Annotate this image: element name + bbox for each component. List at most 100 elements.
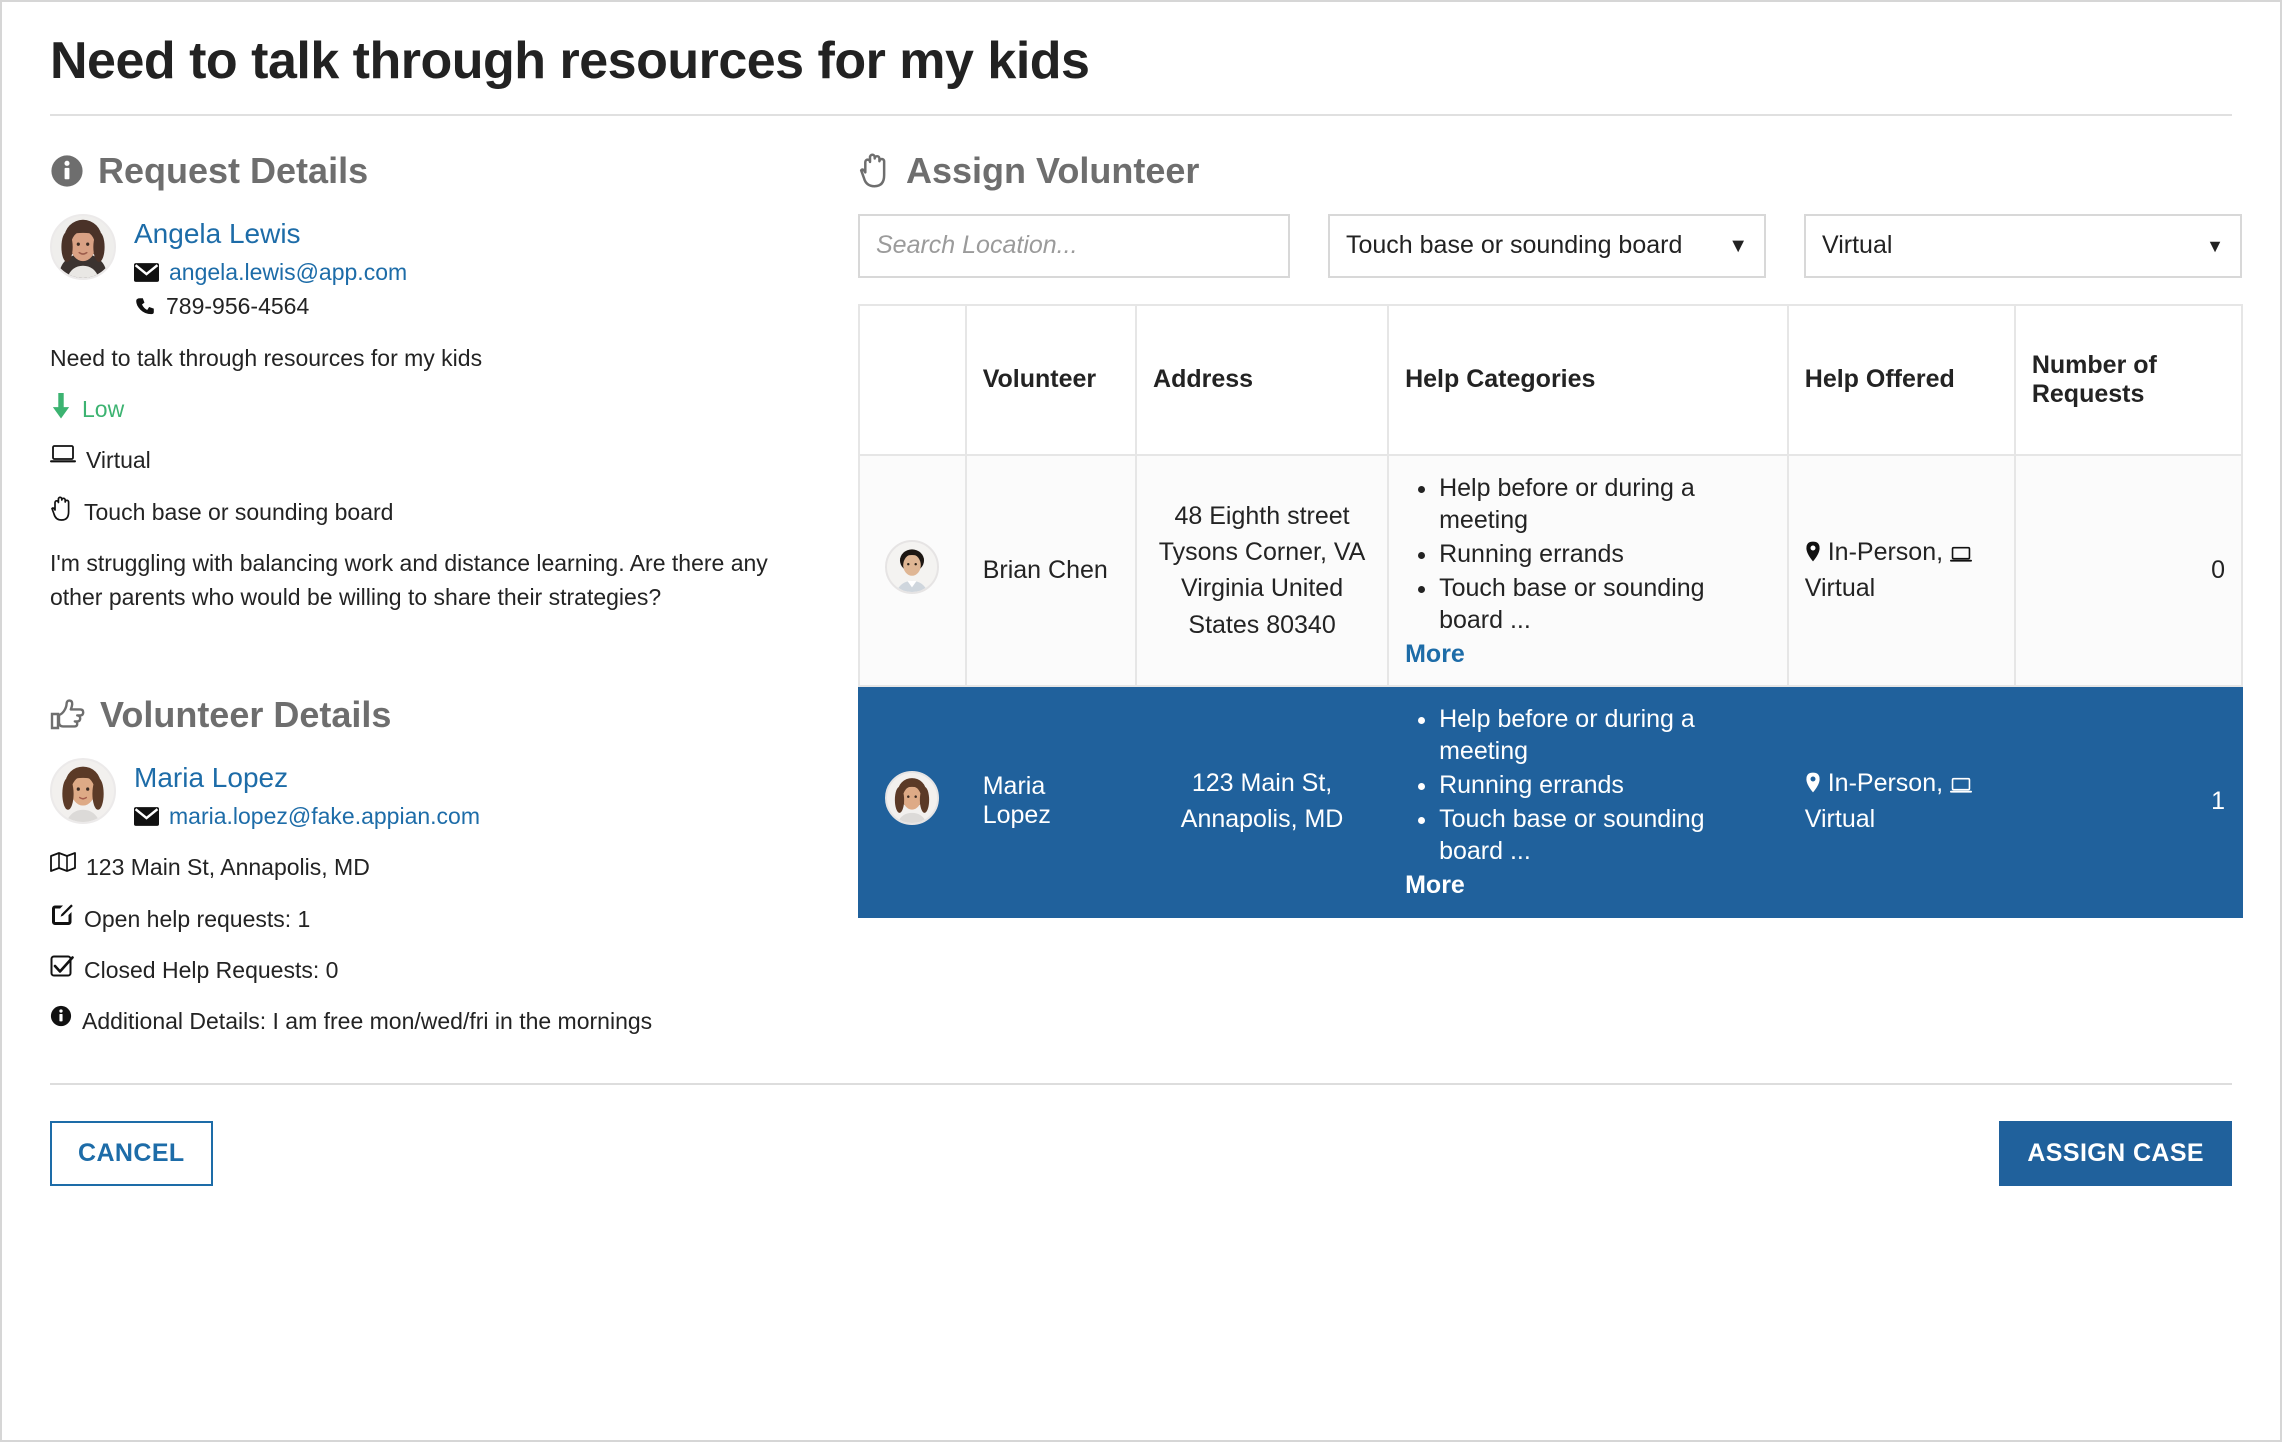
assign-volunteer-heading-label: Assign Volunteer bbox=[906, 149, 1200, 191]
help-mode-select-value: Virtual bbox=[1822, 231, 1893, 260]
row-number-of-requests: 0 bbox=[2013, 453, 2244, 687]
row-avatar-cell bbox=[858, 684, 967, 918]
help-categories-list: Help before or during a meeting Running … bbox=[1405, 472, 1771, 636]
help-categories-list: Help before or during a meeting Running … bbox=[1405, 703, 1771, 867]
row-number-of-requests: 1 bbox=[2013, 684, 2244, 918]
additional-details-label: Additional Details: I am free mon/wed/fr… bbox=[82, 1008, 653, 1035]
assign-case-dialog: Need to talk through resources for my ki… bbox=[0, 0, 2282, 1442]
check-square-icon bbox=[50, 954, 74, 978]
row-volunteer-name: Brian Chen bbox=[964, 453, 1138, 687]
left-column: Request Details Angela Lewis angela.lewi… bbox=[50, 116, 850, 1057]
chevron-down-icon: ▼ bbox=[1728, 234, 1748, 257]
table-row[interactable]: Maria Lopez 123 Main St, Annapolis, MD H… bbox=[858, 684, 2244, 918]
volunteer-email-row[interactable]: maria.lopez@fake.appian.com bbox=[134, 799, 480, 834]
category-label: Touch base or sounding board bbox=[84, 498, 394, 525]
edit-icon bbox=[50, 903, 74, 927]
chevron-down-icon: ▼ bbox=[2206, 235, 2224, 256]
row-avatar-cell bbox=[858, 453, 967, 687]
row-help-offered: In-Person, Virtual bbox=[1786, 453, 2016, 687]
map-pin-icon bbox=[1805, 772, 1821, 793]
avatar-brian-chen bbox=[887, 541, 938, 592]
mode-row: Virtual bbox=[50, 444, 810, 477]
avatar-maria-lopez bbox=[52, 759, 114, 822]
requester-phone-row: 789-956-4564 bbox=[134, 289, 407, 324]
volunteer-lines: Maria Lopez maria.lopez@fake.appian.com bbox=[134, 758, 480, 834]
closed-requests-label: Closed Help Requests: 0 bbox=[84, 957, 339, 984]
volunteer-address-row: 123 Main St, Annapolis, MD bbox=[50, 851, 810, 884]
avatar bbox=[885, 770, 940, 825]
volunteer-details-heading: Volunteer Details bbox=[50, 694, 810, 736]
row-volunteer-name: Maria Lopez bbox=[964, 684, 1138, 918]
row-help-offered-virtual: Virtual bbox=[1804, 574, 1876, 603]
footer-actions: CANCEL ASSIGN CASE bbox=[50, 1085, 2232, 1186]
table-row[interactable]: Brian Chen 48 Eighth street Tysons Corne… bbox=[858, 453, 2244, 687]
more-link[interactable]: More bbox=[1405, 640, 1771, 669]
row-address: 48 Eighth street Tysons Corner, VA Virgi… bbox=[1135, 453, 1390, 687]
info-circle-icon bbox=[50, 154, 84, 188]
page-title: Need to talk through resources for my ki… bbox=[50, 32, 1090, 90]
volunteer-table-head: Volunteer Address Help Categories Help O… bbox=[858, 303, 2244, 456]
volunteer-email[interactable]: maria.lopez@fake.appian.com bbox=[169, 799, 480, 834]
additional-details-row: Additional Details: I am free mon/wed/fr… bbox=[50, 1005, 810, 1038]
column-header-number-of-requests: Number of Requests bbox=[2013, 303, 2244, 456]
requester-phone: 789-956-4564 bbox=[166, 293, 310, 320]
requester-email[interactable]: angela.lewis@app.com bbox=[169, 255, 407, 290]
table-header-row: Volunteer Address Help Categories Help O… bbox=[858, 303, 2244, 456]
priority-row: Low bbox=[50, 393, 810, 426]
arrow-down-icon bbox=[50, 393, 72, 419]
right-column: Assign Volunteer Search Location... Touc… bbox=[850, 116, 2244, 918]
filter-bar: Search Location... Touch base or soundin… bbox=[858, 213, 2243, 278]
search-location-input[interactable]: Search Location... bbox=[858, 213, 1290, 278]
request-details-heading-label: Request Details bbox=[98, 149, 369, 191]
assign-volunteer-heading: Assign Volunteer bbox=[858, 150, 2243, 192]
map-icon bbox=[50, 851, 76, 873]
thumbs-up-icon bbox=[50, 699, 86, 731]
help-mode-select[interactable]: Virtual ▼ bbox=[1804, 213, 2242, 278]
mode-label: Virtual bbox=[86, 447, 151, 474]
assign-case-button[interactable]: ASSIGN CASE bbox=[1999, 1120, 2232, 1186]
list-item: Help before or during a meeting bbox=[1439, 472, 1771, 536]
row-help-offered: In-Person, Virtual bbox=[1786, 684, 2016, 918]
laptop-icon bbox=[50, 444, 76, 464]
column-header-avatar bbox=[858, 303, 967, 456]
list-item: Running errands bbox=[1439, 538, 1771, 570]
envelope-icon bbox=[134, 262, 159, 282]
avatar-angela-lewis bbox=[52, 215, 114, 278]
requester-name[interactable]: Angela Lewis bbox=[134, 216, 407, 251]
content-columns: Request Details Angela Lewis angela.lewi… bbox=[50, 116, 2244, 1057]
request-description: I'm struggling with balancing work and d… bbox=[50, 550, 768, 610]
envelope-icon bbox=[134, 806, 159, 826]
volunteer-name[interactable]: Maria Lopez bbox=[134, 760, 480, 795]
phone-icon bbox=[134, 296, 156, 318]
list-item: Help before or during a meeting bbox=[1439, 703, 1771, 767]
request-details-heading: Request Details bbox=[50, 150, 810, 192]
volunteer-table-body: Brian Chen 48 Eighth street Tysons Corne… bbox=[858, 453, 2244, 918]
laptop-icon bbox=[1950, 546, 1972, 563]
column-header-address: Address bbox=[1135, 303, 1390, 456]
avatar bbox=[50, 213, 116, 280]
help-category-select-value: Touch base or sounding board bbox=[1346, 231, 1683, 260]
avatar-maria-lopez bbox=[887, 772, 938, 823]
more-link[interactable]: More bbox=[1405, 871, 1771, 900]
volunteer-table: Volunteer Address Help Categories Help O… bbox=[858, 303, 2244, 918]
volunteer-details-heading-label: Volunteer Details bbox=[100, 693, 392, 735]
search-input-placeholder: Search Location... bbox=[876, 231, 1078, 260]
open-requests-label: Open help requests: 1 bbox=[84, 905, 311, 932]
avatar bbox=[50, 757, 116, 824]
list-item: Running errands bbox=[1439, 769, 1771, 801]
hand-icon bbox=[50, 496, 74, 522]
avatar bbox=[885, 539, 940, 594]
column-header-volunteer: Volunteer bbox=[964, 303, 1138, 456]
requester-email-row[interactable]: angela.lewis@app.com bbox=[134, 255, 407, 290]
requester-block: Angela Lewis angela.lewis@app.com 789-95… bbox=[50, 213, 810, 324]
cancel-button[interactable]: CANCEL bbox=[50, 1120, 213, 1186]
column-header-help-offered: Help Offered bbox=[1786, 303, 2016, 456]
help-category-select[interactable]: Touch base or sounding board ▼ bbox=[1328, 213, 1766, 278]
category-row: Touch base or sounding board bbox=[50, 496, 810, 529]
request-summary: Need to talk through resources for my ki… bbox=[50, 344, 483, 371]
hand-icon bbox=[858, 153, 892, 189]
closed-requests-row: Closed Help Requests: 0 bbox=[50, 954, 810, 987]
requester-lines: Angela Lewis angela.lewis@app.com 789-95… bbox=[134, 214, 407, 324]
list-item: Touch base or sounding board ... bbox=[1439, 803, 1771, 867]
row-help-offered-inperson: In-Person, bbox=[1827, 769, 1950, 798]
